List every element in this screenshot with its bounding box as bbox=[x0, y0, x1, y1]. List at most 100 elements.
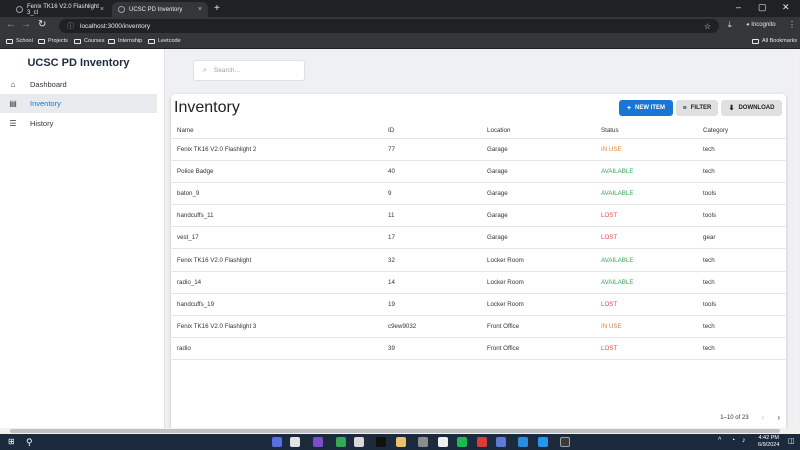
column-header-name[interactable]: Name bbox=[171, 124, 382, 139]
windows-start-icon[interactable]: ⊞ bbox=[8, 437, 18, 447]
chevron-left-icon[interactable]: ‹ bbox=[762, 413, 765, 422]
table-cell-category: tools bbox=[697, 293, 786, 317]
search-placeholder: Search... bbox=[213, 67, 240, 74]
table-row[interactable]: Fenix TK16 V2.0 Flashlight 2 77 Garage IN U… bbox=[171, 138, 786, 161]
table-cell-location: Front Office bbox=[481, 337, 595, 361]
download-button[interactable]: ⬇ DOWNLOAD bbox=[721, 100, 782, 116]
volume-icon[interactable]: ♪ bbox=[742, 437, 752, 447]
file-explorer-icon[interactable] bbox=[396, 437, 406, 447]
onenote-icon[interactable] bbox=[313, 437, 323, 447]
app-icon[interactable] bbox=[418, 437, 428, 447]
chrome-icon[interactable] bbox=[477, 437, 487, 447]
inventory-card: Inventory + NEW ITEM ≡ FILTER ⬇ DOWNLOAD… bbox=[171, 94, 786, 428]
incognito-indicator[interactable]: ◕ Incognito bbox=[746, 22, 776, 28]
vscode-icon[interactable] bbox=[518, 437, 528, 447]
bookmark-folder[interactable]: Courses bbox=[74, 38, 104, 44]
column-header-status[interactable]: Status bbox=[595, 124, 697, 139]
address-bar[interactable]: ⓘ localhost:3000/inventory ☆ bbox=[59, 19, 719, 33]
sidebar-item-dashboard[interactable]: ⌂ Dashboard bbox=[0, 75, 157, 94]
system-clock[interactable]: 4:42 PM 6/9/2024 bbox=[758, 435, 779, 449]
bookmark-folder[interactable]: Leetcode bbox=[148, 38, 181, 44]
browser-tab-label: UCSC PD Inventory bbox=[129, 6, 183, 13]
table-row[interactable]: vest_17 17 Garage LOST gear bbox=[171, 226, 786, 250]
table-cell-location: Garage bbox=[481, 138, 595, 161]
table-cell-status: AVAILABLE bbox=[595, 271, 697, 294]
table-row[interactable]: Fenix TK16 V2.0 Flashlight 32 Locker Room A… bbox=[171, 248, 786, 272]
browser-tab[interactable]: Fenix TK16 V2.0 Flashlight 3_cl × bbox=[10, 2, 110, 17]
chrome-incognito-icon[interactable] bbox=[560, 437, 570, 447]
app-icon[interactable] bbox=[354, 437, 364, 447]
table-row[interactable]: handcuffs_19 19 Locker Room LOST tools bbox=[171, 293, 786, 317]
bookmark-folder[interactable]: Internship bbox=[108, 38, 142, 44]
docker-icon[interactable] bbox=[538, 437, 548, 447]
table-cell-status: LOST bbox=[595, 226, 697, 250]
close-tab-icon[interactable]: × bbox=[100, 6, 104, 13]
table-cell-category: tech bbox=[697, 160, 786, 183]
terminal-icon[interactable] bbox=[376, 437, 386, 447]
table-cell-id: 17 bbox=[382, 226, 481, 250]
download-icon[interactable]: ⤓ bbox=[728, 20, 732, 30]
table-row[interactable]: handcuffs_11 11 Garage LOST tools bbox=[171, 204, 786, 228]
table-cell-status: IN USE bbox=[595, 138, 697, 161]
table-row[interactable]: baton_9 9 Garage AVAILABLE tools bbox=[171, 182, 786, 206]
table-cell-name: Fenix TK16 V2.0 Flashlight bbox=[171, 248, 382, 272]
github-icon[interactable] bbox=[438, 437, 448, 447]
address-text: localhost:3000/inventory bbox=[80, 22, 151, 30]
bookmark-folder[interactable]: Projects bbox=[38, 38, 68, 44]
table-row[interactable]: Fenix TK16 V2.0 Flashlight 3 c9ew9032 Fron… bbox=[171, 315, 786, 339]
app-viewport: UCSC PD Inventory ⌂ Dashboard ▤ Inventor… bbox=[0, 49, 794, 428]
browser-tab-active[interactable]: UCSC PD Inventory × bbox=[112, 2, 208, 17]
minimize-icon[interactable]: – bbox=[736, 2, 741, 12]
sidebar: UCSC PD Inventory ⌂ Dashboard ▤ Inventor… bbox=[0, 49, 165, 428]
site-info-icon[interactable]: ⓘ bbox=[67, 21, 74, 31]
wifi-icon[interactable]: ◔ bbox=[731, 437, 741, 447]
maximize-icon[interactable]: ▢ bbox=[758, 2, 767, 13]
table-cell-location: Garage bbox=[481, 160, 595, 183]
all-bookmarks[interactable]: All Bookmarks bbox=[752, 38, 797, 44]
new-tab-icon[interactable]: + bbox=[214, 3, 220, 14]
close-window-icon[interactable]: ✕ bbox=[782, 2, 790, 13]
bookmark-folder[interactable]: School bbox=[6, 38, 33, 44]
sidebar-item-inventory[interactable]: ▤ Inventory bbox=[0, 94, 157, 113]
table-row[interactable]: radio 39 Front Office LOST tech bbox=[171, 337, 786, 361]
sidebar-item-history[interactable]: ☰ History bbox=[0, 114, 157, 133]
column-header-category[interactable]: Category bbox=[697, 124, 786, 139]
tray-chevron-icon[interactable]: ^ bbox=[718, 437, 728, 447]
table-cell-location: Locker Room bbox=[481, 248, 595, 272]
chevron-right-icon[interactable]: › bbox=[777, 413, 780, 422]
spotify-icon[interactable] bbox=[457, 437, 467, 447]
table-row[interactable]: Police Badge 40 Garage AVAILABLE tech bbox=[171, 160, 786, 183]
forward-icon[interactable]: → bbox=[21, 19, 31, 30]
table-cell-name: Police Badge bbox=[171, 160, 382, 183]
chrome-icon[interactable] bbox=[336, 437, 346, 447]
column-header-id[interactable]: ID bbox=[382, 124, 481, 139]
search-input[interactable]: ⌕ Search... bbox=[193, 60, 305, 81]
sidebar-item-label: History bbox=[30, 119, 54, 128]
table-cell-id: 11 bbox=[382, 204, 481, 228]
table-cell-name: radio_14 bbox=[171, 271, 382, 294]
search-icon[interactable]: ⚲ bbox=[26, 437, 36, 447]
bookmark-star-icon[interactable]: ☆ bbox=[704, 22, 711, 31]
close-tab-icon[interactable]: × bbox=[198, 6, 202, 13]
reload-icon[interactable]: ↻ bbox=[38, 19, 46, 30]
vertical-scrollbar[interactable] bbox=[794, 49, 800, 428]
scrollbar-thumb[interactable] bbox=[10, 429, 780, 433]
table-cell-id: 14 bbox=[382, 271, 481, 294]
search-icon: ⌕ bbox=[203, 66, 207, 74]
column-header-location[interactable]: Location bbox=[481, 124, 595, 139]
back-icon[interactable]: ← bbox=[6, 19, 16, 30]
app-icon[interactable] bbox=[290, 437, 300, 447]
discord-icon[interactable] bbox=[272, 437, 282, 447]
bookmarks-bar: School Projects Courses Internship Leetc… bbox=[0, 35, 800, 49]
globe-icon bbox=[118, 6, 125, 13]
table-row[interactable]: radio_14 14 Locker Room AVAILABLE tech bbox=[171, 271, 786, 294]
download-icon: ⬇ bbox=[728, 105, 735, 112]
menu-icon[interactable]: ⋮ bbox=[788, 20, 796, 29]
filter-button[interactable]: ≡ FILTER bbox=[676, 100, 718, 116]
new-item-button[interactable]: + NEW ITEM bbox=[619, 100, 673, 116]
app-icon[interactable] bbox=[496, 437, 506, 447]
table-cell-location: Front Office bbox=[481, 315, 595, 339]
folder-icon bbox=[38, 38, 45, 44]
folder-icon bbox=[148, 38, 155, 44]
notification-icon[interactable]: ◫ bbox=[788, 437, 798, 447]
